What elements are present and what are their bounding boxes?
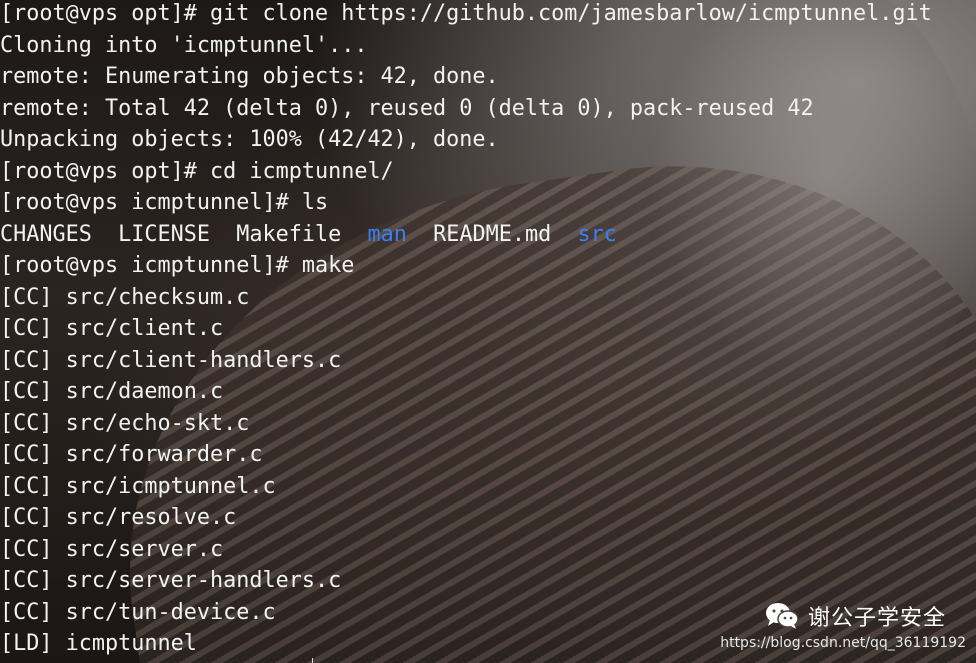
- terminal-line: [CC] src/client-handlers.c: [0, 347, 342, 373]
- terminal-output: [root@vps opt]# git clone https://github…: [0, 0, 932, 660]
- ls-file: CHANGES: [0, 221, 92, 247]
- ls-output-line: CHANGES LICENSE Makefile man README.md s…: [0, 219, 932, 251]
- watermark-title: 谢公子学安全: [807, 606, 946, 631]
- terminal-line: [root@vps opt]# cd icmptunnel/: [0, 158, 394, 184]
- ls-file: LICENSE: [118, 221, 210, 247]
- terminal-line: [CC] src/checksum.c: [0, 284, 250, 310]
- wechat-icon: [765, 603, 799, 629]
- terminal-line: Cloning into 'icmptunnel'...: [0, 32, 368, 58]
- terminal-line: [CC] src/server.c: [0, 536, 224, 562]
- terminal-line: Unpacking objects: 100% (42/42), done.: [0, 127, 499, 152]
- ls-file: README.md: [433, 221, 552, 247]
- watermark: 谢公子学安全: [764, 600, 946, 632]
- terminal-line: [CC] src/resolve.c: [0, 505, 237, 530]
- text-cursor: [312, 658, 313, 663]
- ls-directory: man: [367, 221, 407, 247]
- terminal-line: [root@vps opt]# git clone https://github…: [0, 1, 932, 26]
- terminal-line: [CC] src/server-handlers.c: [0, 568, 342, 593]
- terminal-line: [CC] src/client.c: [0, 316, 224, 341]
- terminal-line: [root@vps icmptunnel]# make: [0, 253, 355, 278]
- ls-file: Makefile: [236, 221, 342, 247]
- terminal-line: [CC] src/echo-skt.c: [0, 410, 250, 436]
- ls-directory: src: [577, 221, 617, 247]
- terminal-line: remote: Total 42 (delta 0), reused 0 (de…: [0, 95, 814, 121]
- terminal-line: remote: Enumerating objects: 42, done.: [0, 64, 499, 89]
- terminal-line: [root@vps icmptunnel]# ls: [0, 190, 329, 215]
- terminal-line: [CC] src/daemon.c: [0, 379, 224, 404]
- terminal-line: [CC] src/icmptunnel.c: [0, 473, 276, 499]
- watermark-url: https://blog.csdn.net/qq_36119192: [720, 635, 966, 651]
- terminal-line: [CC] src/forwarder.c: [0, 442, 263, 467]
